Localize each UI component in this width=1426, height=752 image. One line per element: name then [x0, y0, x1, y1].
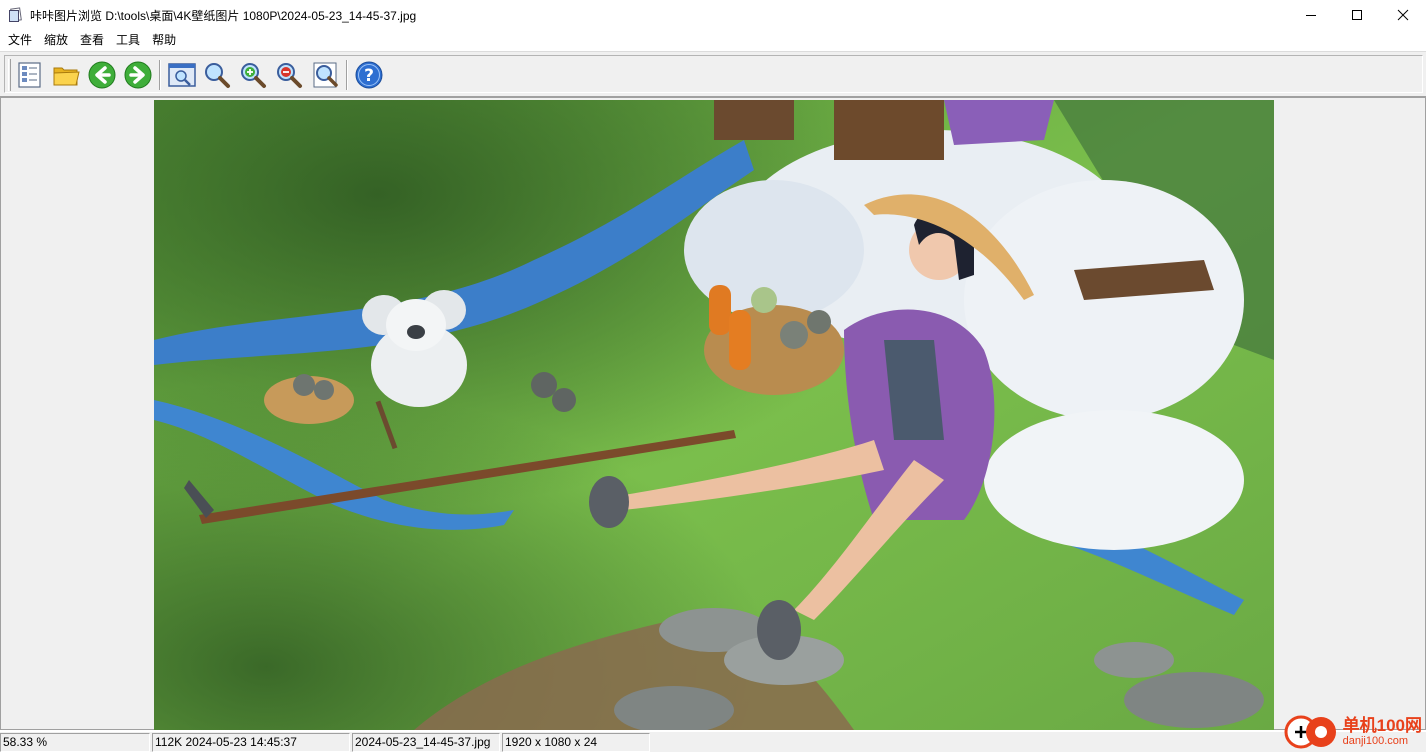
watermark: 单机100网 danji100.com — [1283, 712, 1422, 752]
menu-tools[interactable]: 工具 — [110, 30, 146, 51]
zoom-out-button[interactable] — [272, 58, 306, 92]
watermark-main: 单机100网 — [1342, 716, 1422, 735]
open-folder-icon — [53, 67, 80, 86]
close-button[interactable] — [1380, 0, 1426, 30]
fit-window-icon — [168, 63, 196, 87]
actual-size-button[interactable] — [308, 58, 342, 92]
menu-help[interactable]: 帮助 — [146, 30, 182, 51]
help-icon: ? — [355, 61, 383, 89]
anime-wallpaper-image — [154, 100, 1274, 730]
zoom-in-button[interactable] — [236, 58, 270, 92]
menu-file[interactable]: 文件 — [2, 30, 38, 51]
image-viewer[interactable] — [0, 97, 1426, 730]
toolbar-grip[interactable] — [8, 59, 11, 91]
app-icon — [8, 7, 24, 23]
close-icon — [1397, 9, 1409, 21]
window-title: 咔咔图片浏览 D:\tools\桌面\4K壁纸图片 1080P\2024-05-… — [30, 8, 417, 23]
maximize-button[interactable] — [1334, 0, 1380, 30]
menu-view[interactable]: 查看 — [74, 30, 110, 51]
toolbar-separator — [159, 60, 161, 90]
open-folder-button[interactable] — [49, 58, 83, 92]
file-list-button[interactable] — [13, 58, 47, 92]
watermark-logo-icon — [1284, 715, 1336, 749]
next-button[interactable] — [121, 58, 155, 92]
status-size-date: 112K 2024-05-23 14:45:37 — [152, 733, 350, 752]
watermark-sub: danji100.com — [1342, 735, 1409, 747]
next-arrow-icon — [124, 61, 152, 89]
minimize-icon — [1306, 15, 1316, 16]
toolbar-separator — [346, 60, 348, 90]
fit-window-button[interactable] — [165, 58, 199, 92]
displayed-image[interactable] — [154, 100, 1274, 730]
menu-zoom[interactable]: 缩放 — [38, 30, 74, 51]
toolbar: ? — [0, 51, 1426, 97]
previous-button[interactable] — [85, 58, 119, 92]
actual-size-icon — [313, 62, 338, 88]
help-button[interactable]: ? — [352, 58, 386, 92]
file-list-icon — [18, 62, 41, 88]
menu-bar: 文件 缩放 查看 工具 帮助 — [0, 30, 1426, 51]
previous-arrow-icon — [88, 61, 116, 89]
window-controls — [1288, 0, 1426, 30]
title-bar: 咔咔图片浏览 D:\tools\桌面\4K壁纸图片 1080P\2024-05-… — [0, 0, 1426, 30]
status-bar: 58.33 % 112K 2024-05-23 14:45:37 2024-05… — [0, 732, 1426, 752]
svg-text:?: ? — [364, 66, 374, 86]
minimize-button[interactable] — [1288, 0, 1334, 30]
zoom-icon — [205, 63, 230, 88]
zoom-out-icon — [277, 63, 302, 88]
status-filename: 2024-05-23_14-45-37.jpg — [352, 733, 500, 752]
zoom-button[interactable] — [200, 58, 234, 92]
status-zoom: 58.33 % — [0, 733, 150, 752]
status-dimensions: 1920 x 1080 x 24 — [502, 733, 650, 752]
zoom-in-icon — [241, 63, 266, 88]
maximize-icon — [1352, 10, 1362, 20]
